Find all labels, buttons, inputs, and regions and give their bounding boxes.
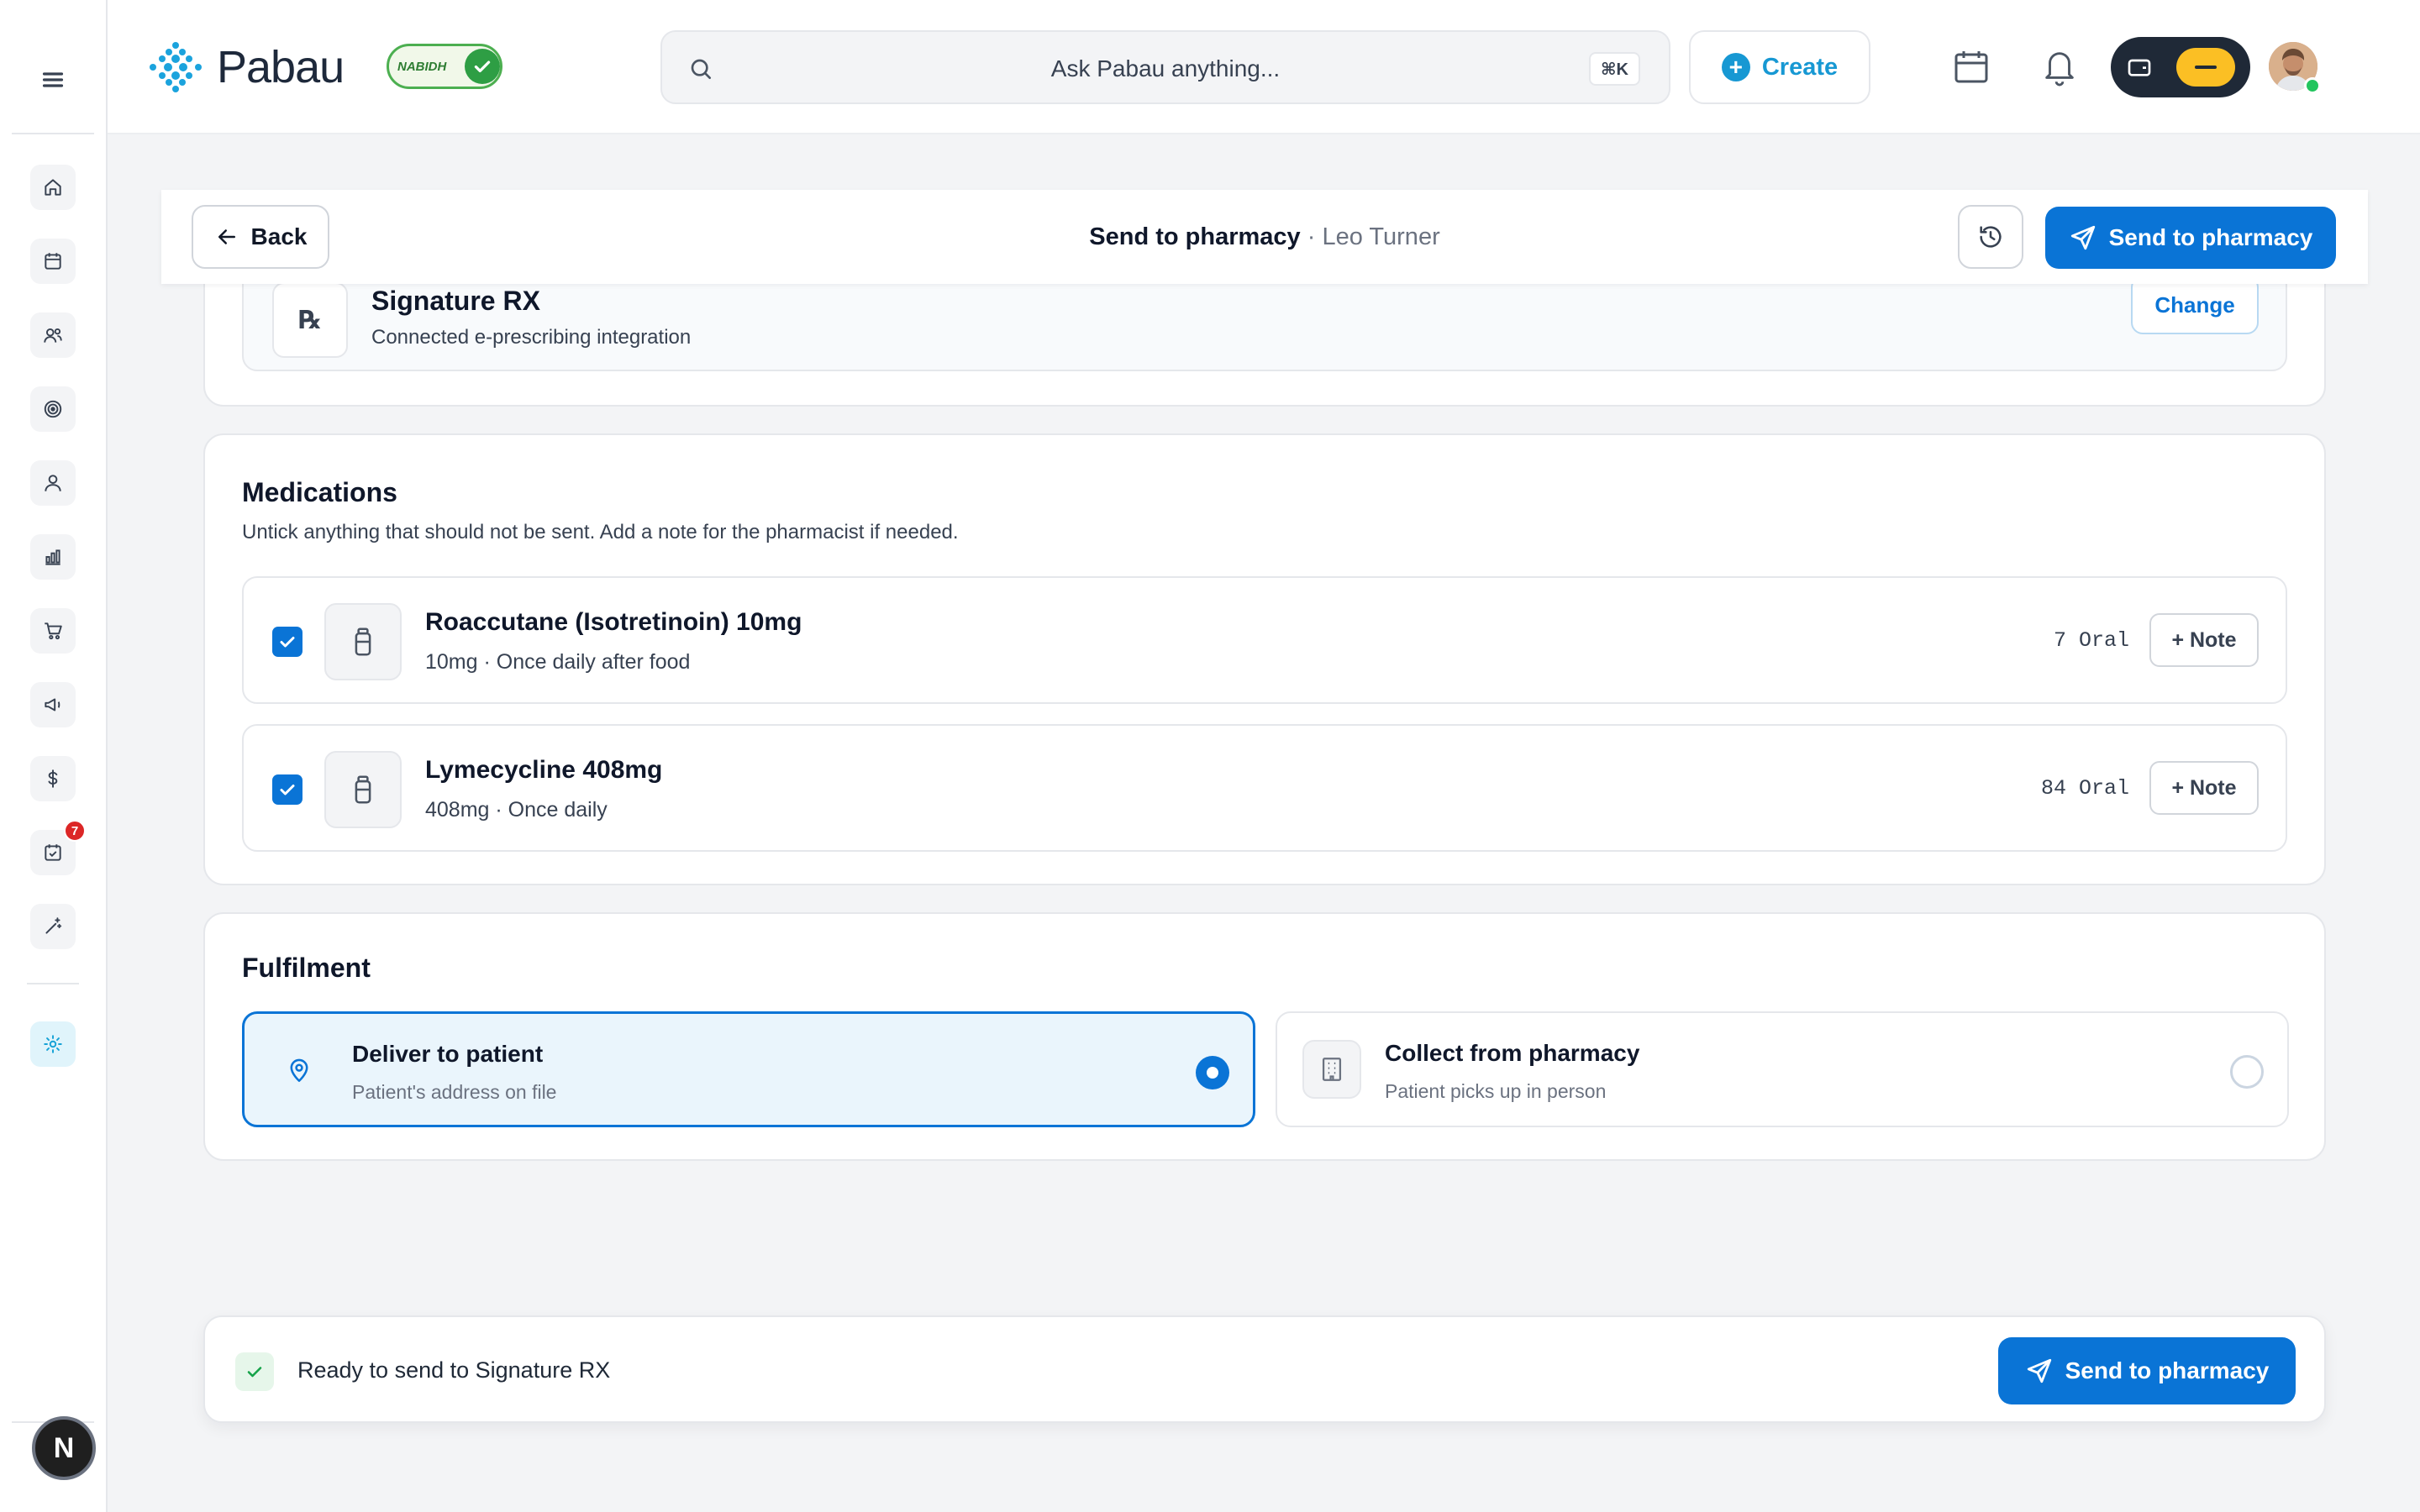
bell-icon[interactable] bbox=[2040, 45, 2079, 87]
sidebar-item-tools[interactable] bbox=[30, 904, 76, 949]
medication-quantity-route: 84 Oral bbox=[2040, 776, 2129, 801]
building-icon bbox=[1302, 1040, 1361, 1099]
medication-row: Roaccutane (Isotretinoin) 10mg 10mg · On… bbox=[242, 576, 2287, 704]
online-status-dot bbox=[2304, 77, 2321, 94]
create-button[interactable]: + Create bbox=[1689, 30, 1870, 104]
send-icon bbox=[2070, 225, 2095, 250]
app-logo[interactable]: Pabau bbox=[146, 40, 345, 94]
send-to-pharmacy-button[interactable]: Send to pharmacy bbox=[1998, 1337, 2296, 1404]
medication-name: Lymecycline 408mg bbox=[425, 756, 663, 784]
medication-checkbox[interactable] bbox=[272, 774, 302, 805]
medication-quantity-route: 7 Oral bbox=[2053, 628, 2129, 653]
medication-name: Roaccutane (Isotretinoin) 10mg bbox=[425, 608, 802, 636]
option-title: Collect from pharmacy bbox=[1385, 1040, 1640, 1066]
pabau-logo-icon bbox=[150, 42, 202, 92]
history-icon bbox=[1980, 226, 2002, 248]
keyboard-shortcut: ⌘K bbox=[1589, 52, 1640, 86]
add-note-button[interactable]: + Note bbox=[2149, 761, 2259, 815]
sidebar-item-settings[interactable] bbox=[30, 1021, 76, 1067]
check-icon bbox=[280, 637, 295, 648]
sidebar-item-finance[interactable] bbox=[30, 756, 76, 801]
sidebar-item-clients[interactable] bbox=[30, 312, 76, 358]
deliver-to-patient-option[interactable]: Deliver to patient Patient's address on … bbox=[242, 1011, 1255, 1127]
pill-bottle-icon bbox=[324, 751, 402, 828]
magic-wand-icon bbox=[45, 917, 62, 934]
sidebar-item-user[interactable] bbox=[30, 460, 76, 506]
toggle-knob bbox=[2176, 48, 2235, 87]
check-icon bbox=[235, 1352, 274, 1391]
footer-action-bar: Ready to send to Signature RX Send to ph… bbox=[203, 1315, 2326, 1423]
check-icon bbox=[280, 785, 295, 795]
prescription-icon: ℞ bbox=[272, 282, 348, 358]
dollar-icon bbox=[48, 769, 58, 788]
fulfilment-card: Fulfilment Deliver to patient Patient's … bbox=[203, 912, 2326, 1161]
option-subtitle: Patient picks up in person bbox=[1385, 1080, 1607, 1102]
map-pin-icon bbox=[270, 1041, 329, 1100]
change-provider-button[interactable]: Change bbox=[2131, 276, 2259, 334]
provider-description: Connected e-prescribing integration bbox=[371, 326, 692, 349]
plus-icon: + bbox=[1721, 53, 1750, 81]
sidebar-item-reports[interactable] bbox=[30, 534, 76, 580]
home-icon bbox=[45, 179, 61, 196]
megaphone-icon bbox=[45, 698, 60, 711]
send-icon bbox=[2027, 1358, 2051, 1383]
history-button[interactable] bbox=[1958, 205, 2023, 269]
medications-card: Medications Untick anything that should … bbox=[203, 433, 2326, 885]
sidebar-divider bbox=[27, 983, 79, 984]
user-icon bbox=[45, 475, 61, 491]
option-title: Deliver to patient bbox=[352, 1041, 544, 1067]
workspace-avatar[interactable]: N bbox=[32, 1416, 96, 1480]
settings-icon bbox=[44, 1035, 62, 1053]
medication-detail: 10mg · Once daily after food bbox=[425, 650, 691, 674]
patient-name: Leo Turner bbox=[1322, 223, 1440, 250]
app-name: Pabau bbox=[217, 42, 345, 92]
sidebar-item-home[interactable] bbox=[30, 165, 76, 210]
medication-checkbox[interactable] bbox=[272, 627, 302, 657]
clients-icon bbox=[44, 328, 62, 343]
section-subtitle: Untick anything that should not be sent.… bbox=[242, 521, 959, 543]
calendar-icon[interactable] bbox=[1951, 47, 1991, 87]
sidebar-item-tasks[interactable]: 7 bbox=[30, 820, 86, 875]
calendar-icon bbox=[45, 253, 61, 270]
sidebar-item-calendar[interactable] bbox=[30, 239, 76, 284]
sidebar-item-marketing[interactable] bbox=[30, 682, 76, 727]
wallet-toggle[interactable] bbox=[2111, 37, 2250, 97]
check-icon bbox=[465, 49, 500, 84]
collect-from-pharmacy-option[interactable]: Collect from pharmacy Patient picks up i… bbox=[1276, 1011, 2289, 1127]
medication-detail: 408mg · Once daily bbox=[425, 798, 608, 822]
tasks-icon bbox=[45, 844, 61, 861]
send-to-pharmacy-button[interactable]: Send to pharmacy bbox=[2045, 207, 2336, 269]
radio-selected[interactable] bbox=[1196, 1056, 1229, 1089]
section-title: Medications bbox=[242, 477, 397, 507]
menu-icon[interactable] bbox=[35, 62, 71, 97]
sidebar: 7 N bbox=[0, 0, 108, 1512]
radio-unselected[interactable] bbox=[2230, 1055, 2264, 1089]
nabidh-badge: NABIDH bbox=[387, 44, 502, 89]
section-title: Fulfilment bbox=[242, 953, 371, 983]
pill-bottle-icon bbox=[324, 603, 402, 680]
top-bar: Pabau NABIDH Ask Pabau anything... ⌘K + … bbox=[108, 0, 2420, 134]
status-text: Ready to send to Signature RX bbox=[297, 1357, 611, 1383]
sidebar-item-cart[interactable] bbox=[30, 608, 76, 654]
search-input[interactable]: Ask Pabau anything... bbox=[662, 55, 1669, 82]
option-subtitle: Patient's address on file bbox=[352, 1081, 557, 1103]
provider-name: Signature RX bbox=[371, 286, 540, 316]
reports-icon bbox=[45, 549, 60, 565]
cart-icon bbox=[45, 622, 62, 640]
wallet-icon bbox=[2128, 59, 2151, 76]
search-bar[interactable]: Ask Pabau anything... ⌘K bbox=[660, 30, 1670, 104]
add-note-button[interactable]: + Note bbox=[2149, 613, 2259, 667]
target-icon bbox=[44, 400, 62, 418]
sidebar-item-target[interactable] bbox=[30, 386, 76, 432]
notification-badge: 7 bbox=[64, 820, 86, 842]
page-title: Send to pharmacy · Leo Turner bbox=[1089, 223, 1440, 250]
page-header: Back Send to pharmacy · Leo Turner Send … bbox=[161, 190, 2368, 284]
medication-row: Lymecycline 408mg 408mg · Once daily 84 … bbox=[242, 724, 2287, 852]
sidebar-divider bbox=[12, 133, 94, 134]
